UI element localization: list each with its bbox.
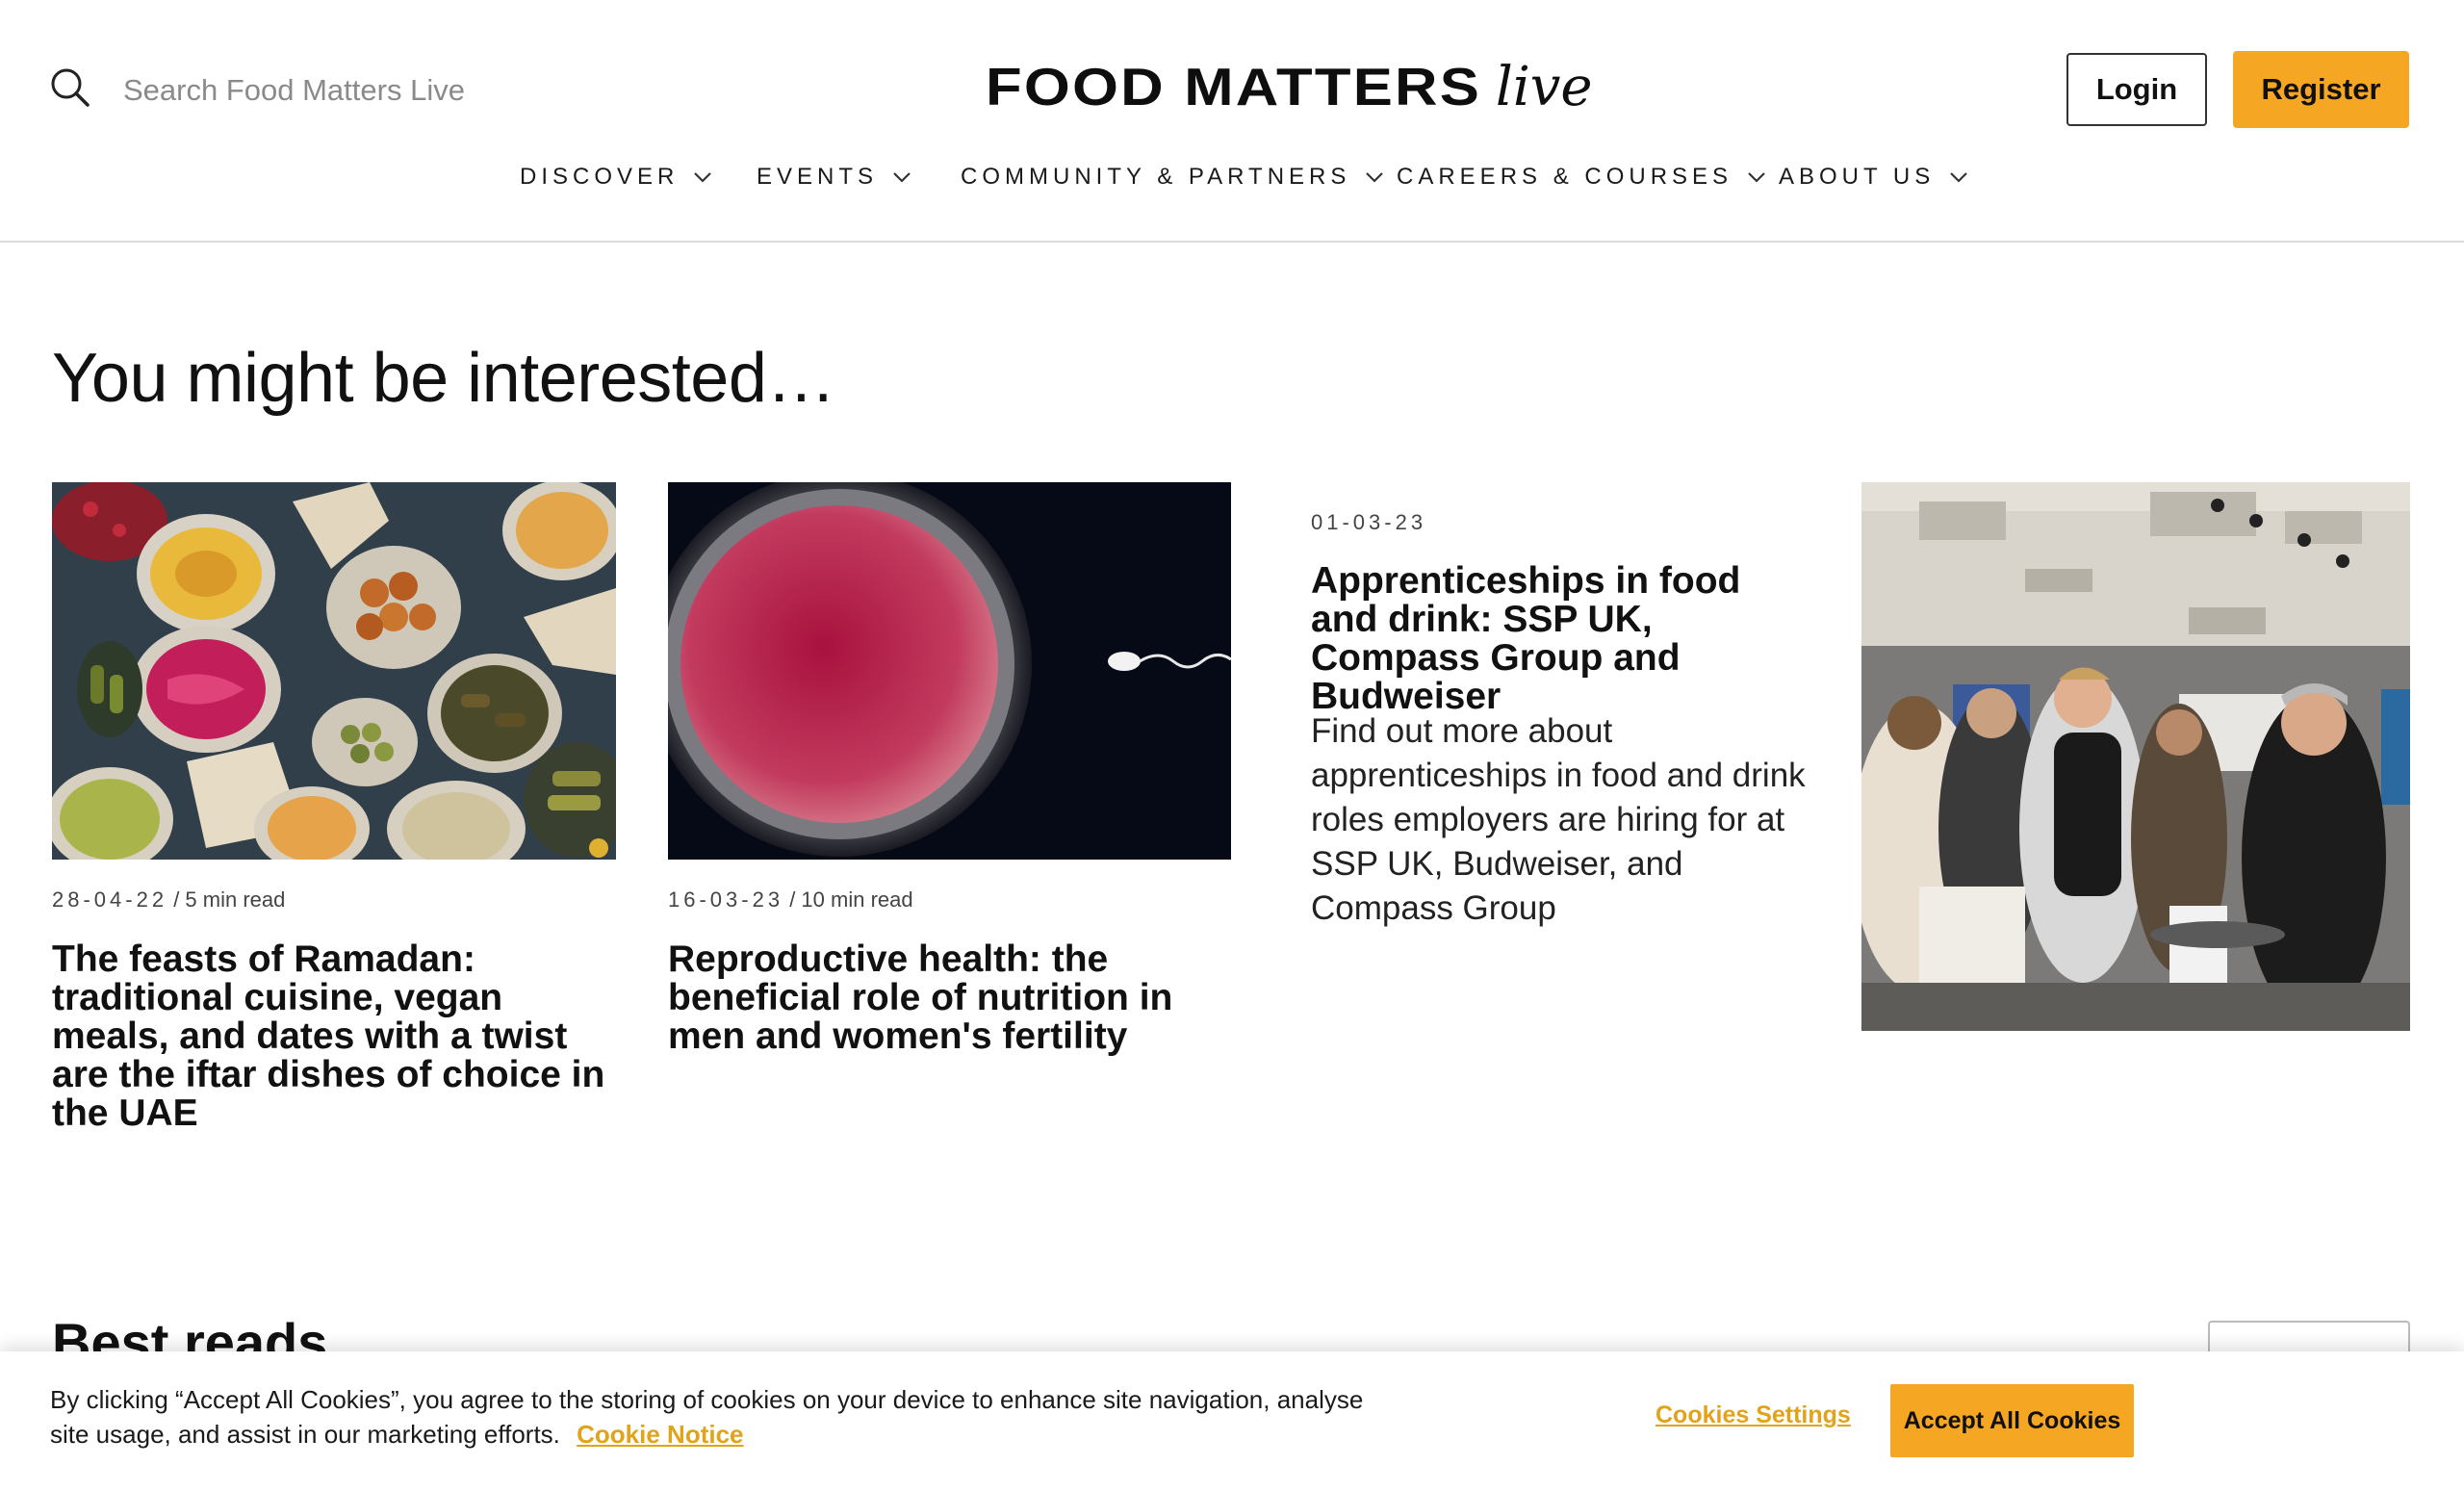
nav-item-label: ABOUT US bbox=[1779, 164, 1936, 190]
article-date: 01-03-23 bbox=[1311, 510, 1427, 534]
article-image-reproductive-health[interactable] bbox=[668, 482, 1231, 860]
chevron-down-icon bbox=[694, 172, 712, 183]
nav-item-label: CAREERS & COURSES bbox=[1397, 164, 1733, 190]
chevron-down-icon bbox=[893, 172, 911, 183]
main-nav: DISCOVER EVENTS COMMUNITY & PARTNERS CAR… bbox=[0, 164, 2464, 212]
site-logo[interactable]: FOOD MATTERS live bbox=[986, 56, 1593, 118]
nav-item-label: EVENTS bbox=[757, 164, 879, 190]
article-title[interactable]: The feasts of Ramadan: traditional cuisi… bbox=[52, 940, 629, 1133]
register-button[interactable]: Register bbox=[2233, 51, 2409, 128]
article-image-ramadan[interactable] bbox=[52, 482, 616, 860]
chevron-down-icon bbox=[1748, 172, 1765, 183]
search-icon[interactable] bbox=[50, 67, 90, 113]
article-date: 28-04-22 bbox=[52, 887, 168, 912]
nav-item-label: DISCOVER bbox=[520, 164, 680, 190]
article-description: Find out more about apprenticeships in f… bbox=[1311, 712, 1806, 927]
cookies-settings-button[interactable]: Cookies Settings bbox=[1656, 1401, 1851, 1429]
search-input[interactable] bbox=[123, 72, 701, 108]
nav-item-community-partners[interactable]: COMMUNITY & PARTNERS bbox=[961, 164, 1385, 191]
article-read-time: / 5 min read bbox=[173, 887, 286, 912]
nav-item-careers-courses[interactable]: CAREERS & COURSES bbox=[1397, 164, 1767, 191]
section-title: You might be interested… bbox=[52, 340, 835, 417]
login-button[interactable]: Login bbox=[2066, 53, 2207, 126]
article-title[interactable]: Reproductive health: the beneficial role… bbox=[668, 940, 1245, 1056]
logo-accent: live bbox=[1495, 56, 1593, 118]
article-meta: 28-04-22 / 5 min read bbox=[52, 887, 285, 913]
nav-item-label: COMMUNITY & PARTNERS bbox=[961, 164, 1351, 190]
chevron-down-icon bbox=[1366, 172, 1384, 183]
logo-wordmark: FOOD MATTERS bbox=[986, 57, 1482, 116]
accept-all-cookies-button[interactable]: Accept All Cookies bbox=[1890, 1384, 2134, 1457]
search-bar[interactable] bbox=[50, 67, 701, 113]
article-meta: 01-03-23 bbox=[1311, 510, 1426, 535]
article-meta: 16-03-23 / 10 min read bbox=[668, 887, 913, 913]
article-date: 16-03-23 bbox=[668, 887, 784, 912]
article-read-time: / 10 min read bbox=[789, 887, 913, 912]
nav-item-discover[interactable]: DISCOVER bbox=[520, 164, 713, 191]
nav-item-about-us[interactable]: ABOUT US bbox=[1779, 164, 1969, 191]
nav-item-events[interactable]: EVENTS bbox=[757, 164, 912, 191]
cookie-notice-link[interactable]: Cookie Notice bbox=[577, 1420, 743, 1449]
article-image-apprenticeships[interactable] bbox=[1861, 482, 2410, 1031]
chevron-down-icon bbox=[1950, 172, 1968, 183]
cookie-banner: By clicking “Accept All Cookies”, you ag… bbox=[0, 1351, 2464, 1491]
cookie-text-block: By clicking “Accept All Cookies”, you ag… bbox=[50, 1382, 1398, 1452]
article-title[interactable]: Apprenticeships in food and drink: SSP U… bbox=[1311, 562, 1811, 716]
site-header: FOOD MATTERS live Login Register DISCOVE… bbox=[0, 0, 2464, 243]
